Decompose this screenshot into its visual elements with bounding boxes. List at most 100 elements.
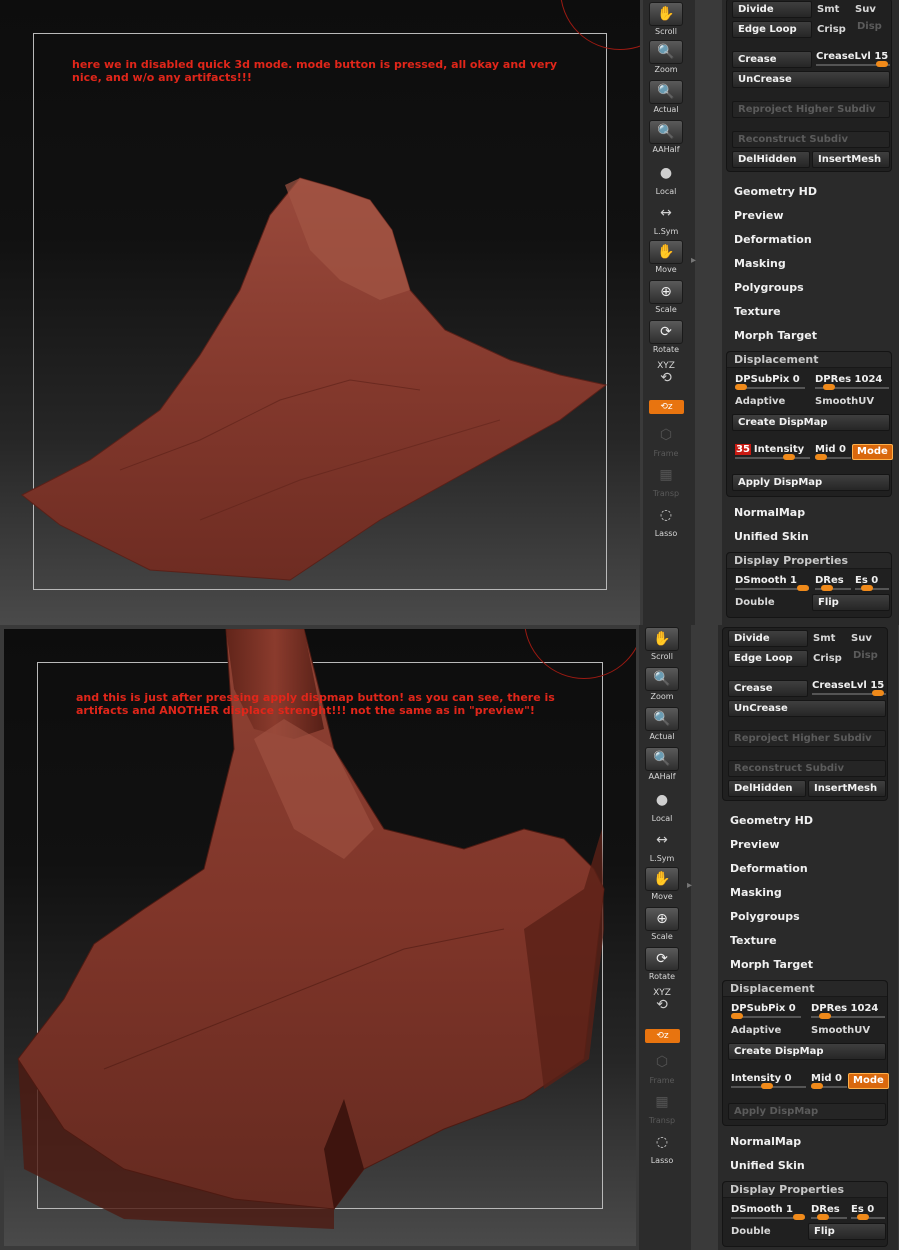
menu-normalmap[interactable]: NormalMap — [734, 506, 805, 519]
move-button[interactable]: ✋ Move — [644, 867, 680, 905]
xyz-button[interactable]: XYZ ⟲ — [648, 360, 684, 398]
dpsubpix-slider[interactable]: DPSubPix 0 — [735, 374, 805, 394]
es-slider[interactable]: Es 0 — [851, 1204, 885, 1224]
menu-preview[interactable]: Preview — [730, 838, 780, 851]
menu-morph-target[interactable]: Morph Target — [734, 329, 817, 342]
edge-loop-button[interactable]: Edge Loop — [728, 650, 808, 667]
collapse-arrow-icon[interactable]: ▸ — [687, 880, 692, 891]
apply-dispmap-button[interactable]: Apply DispMap — [728, 1103, 886, 1120]
lasso-button[interactable]: ◌ Lasso — [644, 1131, 680, 1169]
adaptive-toggle[interactable]: Adaptive — [731, 1025, 781, 1036]
scroll-button[interactable]: ✋ Scroll — [648, 2, 684, 40]
zoom-button[interactable]: 🔍 Zoom — [644, 667, 680, 705]
creaselvl-slider[interactable]: CreaseLvl 15 — [812, 680, 886, 700]
menu-geometry-hd[interactable]: Geometry HD — [734, 185, 817, 198]
mid-slider[interactable]: Mid 0 — [815, 444, 851, 464]
adaptive-toggle[interactable]: Adaptive — [735, 396, 785, 407]
crease-button[interactable]: Crease — [732, 51, 812, 68]
insertmesh-button[interactable]: InsertMesh — [808, 780, 886, 797]
divide-button[interactable]: Divide — [728, 630, 808, 647]
divide-button[interactable]: Divide — [732, 1, 812, 18]
create-dispmap-button[interactable]: Create DispMap — [732, 414, 890, 431]
insertmesh-button[interactable]: InsertMesh — [812, 151, 890, 168]
flip-button[interactable]: Flip — [808, 1223, 886, 1240]
lsym-button[interactable]: ↔ L.Sym — [648, 202, 684, 240]
lasso-button[interactable]: ◌ Lasso — [648, 504, 684, 542]
display-properties-title[interactable]: Display Properties — [723, 1182, 887, 1198]
apply-dispmap-button[interactable]: Apply DispMap — [732, 474, 890, 491]
zoom-button[interactable]: 🔍 Zoom — [648, 40, 684, 78]
dpres-slider[interactable]: DPRes 1024 — [815, 374, 889, 394]
intensity-slider[interactable]: 35 Intensity — [735, 444, 810, 464]
uncrease-button[interactable]: UnCrease — [728, 700, 886, 717]
delhidden-button[interactable]: DelHidden — [728, 780, 806, 797]
z-rotate-toggle[interactable]: ⟲z — [649, 400, 684, 414]
frame-button[interactable]: ⬡ Frame — [648, 424, 684, 462]
actual-button[interactable]: 🔍 Actual — [648, 80, 684, 118]
menu-polygroups[interactable]: Polygroups — [730, 910, 800, 923]
dres-slider[interactable]: DRes — [815, 575, 851, 595]
collapse-arrow-icon[interactable]: ▸ — [691, 255, 696, 266]
reproject-button[interactable]: Reproject Higher Subdiv — [732, 101, 890, 118]
double-toggle[interactable]: Double — [731, 1226, 771, 1237]
canvas-viewport[interactable]: here we in disabled quick 3d mode. mode … — [0, 0, 640, 625]
edge-loop-button[interactable]: Edge Loop — [732, 21, 812, 38]
menu-normalmap[interactable]: NormalMap — [730, 1135, 801, 1148]
rotate-button[interactable]: ⟳ Rotate — [644, 947, 680, 985]
suv-toggle[interactable]: Suv — [855, 4, 876, 15]
reconstruct-button[interactable]: Reconstruct Subdiv — [732, 131, 890, 148]
crisp-toggle[interactable]: Crisp — [817, 24, 846, 35]
move-button[interactable]: ✋ Move — [648, 240, 684, 278]
menu-unified-skin[interactable]: Unified Skin — [734, 530, 809, 543]
z-rotate-toggle[interactable]: ⟲z — [645, 1029, 680, 1043]
display-properties-title[interactable]: Display Properties — [727, 553, 891, 569]
menu-deformation[interactable]: Deformation — [734, 233, 812, 246]
aahalf-button[interactable]: 🔍 AAHalf — [648, 120, 684, 158]
local-button[interactable]: ● Local — [644, 789, 680, 827]
create-dispmap-button[interactable]: Create DispMap — [728, 1043, 886, 1060]
dsmooth-slider[interactable]: DSmooth 1 — [731, 1204, 805, 1224]
suv-toggle[interactable]: Suv — [851, 633, 872, 644]
uncrease-button[interactable]: UnCrease — [732, 71, 890, 88]
xyz-button[interactable]: XYZ ⟲ — [644, 987, 680, 1025]
menu-preview[interactable]: Preview — [734, 209, 784, 222]
lsym-button[interactable]: ↔ L.Sym — [644, 829, 680, 867]
menu-masking[interactable]: Masking — [730, 886, 782, 899]
dpsubpix-slider[interactable]: DPSubPix 0 — [731, 1003, 801, 1023]
displacement-title[interactable]: Displacement — [727, 352, 891, 368]
dpres-slider[interactable]: DPRes 1024 — [811, 1003, 885, 1023]
menu-unified-skin[interactable]: Unified Skin — [730, 1159, 805, 1172]
canvas-viewport[interactable]: and this is just after pressing apply di… — [4, 629, 636, 1246]
reconstruct-button[interactable]: Reconstruct Subdiv — [728, 760, 886, 777]
delhidden-button[interactable]: DelHidden — [732, 151, 810, 168]
scale-button[interactable]: ⊕ Scale — [644, 907, 680, 945]
menu-texture[interactable]: Texture — [734, 305, 781, 318]
intensity-slider[interactable]: Intensity 0 — [731, 1073, 806, 1093]
menu-geometry-hd[interactable]: Geometry HD — [730, 814, 813, 827]
menu-deformation[interactable]: Deformation — [730, 862, 808, 875]
disp-toggle[interactable]: Disp — [853, 650, 878, 661]
crisp-toggle[interactable]: Crisp — [813, 653, 842, 664]
transp-button[interactable]: ▦ Transp — [648, 464, 684, 502]
aahalf-button[interactable]: 🔍 AAHalf — [644, 747, 680, 785]
dsmooth-slider[interactable]: DSmooth 1 — [735, 575, 809, 595]
menu-morph-target[interactable]: Morph Target — [730, 958, 813, 971]
actual-button[interactable]: 🔍 Actual — [644, 707, 680, 745]
rotate-button[interactable]: ⟳ Rotate — [648, 320, 684, 358]
es-slider[interactable]: Es 0 — [855, 575, 889, 595]
smt-toggle[interactable]: Smt — [813, 633, 835, 644]
creaselvl-slider[interactable]: CreaseLvl 15 — [816, 51, 890, 71]
local-button[interactable]: ● Local — [648, 162, 684, 200]
menu-texture[interactable]: Texture — [730, 934, 777, 947]
mode-button[interactable]: Mode — [852, 444, 893, 460]
smt-toggle[interactable]: Smt — [817, 4, 839, 15]
scale-button[interactable]: ⊕ Scale — [648, 280, 684, 318]
mode-button[interactable]: Mode — [848, 1073, 889, 1089]
smoothuv-toggle[interactable]: SmoothUV — [815, 396, 874, 407]
flip-button[interactable]: Flip — [812, 594, 890, 611]
frame-button[interactable]: ⬡ Frame — [644, 1051, 680, 1089]
displacement-title[interactable]: Displacement — [723, 981, 887, 997]
transp-button[interactable]: ▦ Transp — [644, 1091, 680, 1129]
reproject-button[interactable]: Reproject Higher Subdiv — [728, 730, 886, 747]
smoothuv-toggle[interactable]: SmoothUV — [811, 1025, 870, 1036]
